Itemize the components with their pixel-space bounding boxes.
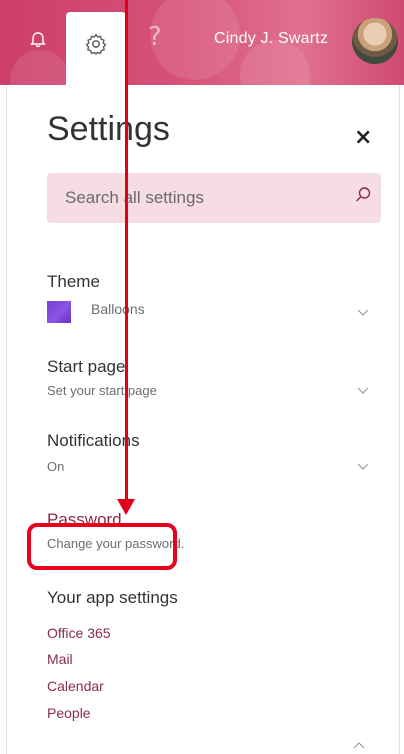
chevron-down-icon[interactable]	[357, 387, 369, 395]
search-box[interactable]	[47, 173, 381, 223]
settings-tab[interactable]	[66, 12, 126, 85]
app-link-calendar[interactable]: Calendar	[47, 678, 104, 694]
app-link-mail[interactable]: Mail	[47, 651, 73, 667]
start-page-subtitle: Set your start page	[47, 383, 157, 398]
user-name[interactable]: Cindy J. Swartz	[214, 30, 328, 48]
annotation-highlight-box	[27, 523, 177, 570]
search-input[interactable]	[47, 173, 355, 223]
notifications-value: On	[47, 459, 65, 474]
annotation-arrow-head	[117, 499, 135, 515]
theme-value: Balloons	[91, 301, 145, 317]
top-bar: ? Cindy J. Swartz	[0, 0, 404, 110]
start-page-label[interactable]: Start page	[47, 357, 125, 377]
search-icon[interactable]	[353, 185, 373, 205]
app-link-office-365[interactable]: Office 365	[47, 625, 111, 641]
help-icon[interactable]: ?	[148, 22, 162, 52]
close-icon[interactable]: ×	[354, 127, 372, 149]
theme-swatch	[47, 301, 71, 323]
page-title: Settings	[47, 110, 170, 148]
avatar[interactable]	[352, 18, 398, 64]
chevron-up-icon[interactable]	[353, 741, 365, 749]
gear-icon	[85, 33, 107, 55]
annotation-arrow-line	[125, 0, 128, 502]
bell-icon[interactable]	[28, 30, 48, 50]
app-settings-label: Your app settings	[47, 588, 178, 607]
settings-panel: Settings × Theme Balloons Start page Set…	[6, 85, 400, 754]
app-link-people[interactable]: People	[47, 705, 91, 721]
theme-label: Theme	[47, 272, 100, 291]
chevron-down-icon[interactable]	[357, 463, 369, 471]
chevron-down-icon[interactable]	[357, 309, 369, 317]
